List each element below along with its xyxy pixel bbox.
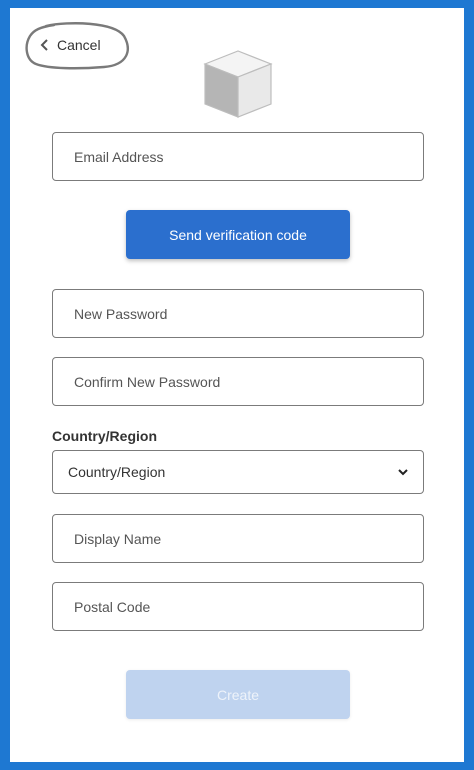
country-region-value: Country/Region bbox=[68, 464, 166, 480]
cube-icon bbox=[203, 50, 273, 118]
country-region-select[interactable]: Country/Region bbox=[52, 450, 424, 494]
email-field[interactable] bbox=[52, 132, 424, 181]
new-password-field[interactable] bbox=[52, 289, 424, 338]
postal-code-field[interactable] bbox=[52, 582, 424, 631]
chevron-down-icon bbox=[398, 469, 408, 476]
chevron-left-icon bbox=[40, 39, 48, 51]
create-button[interactable]: Create bbox=[126, 670, 350, 719]
cancel-area: Cancel bbox=[24, 22, 130, 70]
cancel-button[interactable]: Cancel bbox=[40, 37, 101, 53]
confirm-password-field[interactable] bbox=[52, 357, 424, 406]
country-region-label: Country/Region bbox=[52, 428, 157, 444]
cancel-label: Cancel bbox=[57, 37, 101, 53]
display-name-field[interactable] bbox=[52, 514, 424, 563]
send-verification-code-button[interactable]: Send verification code bbox=[126, 210, 350, 259]
signup-card: Cancel Send verification code Country/Re… bbox=[10, 8, 464, 762]
